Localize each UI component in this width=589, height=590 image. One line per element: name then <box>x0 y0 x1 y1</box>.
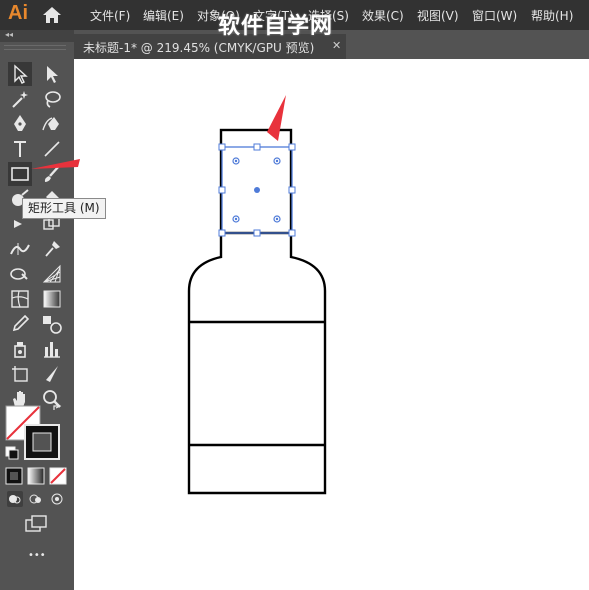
draw-normal-icon[interactable] <box>6 490 24 508</box>
selection-handle[interactable] <box>288 229 296 237</box>
screen-mode-icon[interactable] <box>24 514 48 534</box>
slice-tool-icon[interactable] <box>40 362 64 386</box>
bottle-body[interactable] <box>187 233 327 495</box>
mesh-tool-icon[interactable] <box>8 287 32 311</box>
selection-handle[interactable] <box>253 229 261 237</box>
app-logo: Ai <box>8 2 28 24</box>
draw-inside-icon[interactable] <box>48 490 66 508</box>
puppet-warp-tool-icon[interactable] <box>40 237 64 261</box>
width-tool-icon[interactable] <box>8 237 32 261</box>
shape-builder-tool-icon[interactable] <box>8 262 32 286</box>
toolbar-header: ◂◂ <box>0 30 74 42</box>
color-mode-icon[interactable] <box>5 467 23 485</box>
direct-selection-tool-icon[interactable] <box>40 62 64 86</box>
toolbar-grip[interactable] <box>4 45 66 50</box>
red-arrow-annotation <box>31 159 80 169</box>
menu-view[interactable]: 视图(V) <box>417 7 459 24</box>
menu-edit[interactable]: 编辑(E) <box>143 7 184 24</box>
eyedropper-tool-icon[interactable] <box>8 312 32 336</box>
menu-help[interactable]: 帮助(H) <box>531 7 573 24</box>
tools-panel: ◂◂ ••• <box>0 30 74 590</box>
gradient-mode-icon[interactable] <box>27 467 45 485</box>
selection-handle[interactable] <box>218 186 226 194</box>
selection-tool-icon[interactable] <box>8 62 32 86</box>
draw-behind-icon[interactable] <box>27 490 45 508</box>
type-tool-icon[interactable] <box>8 137 32 161</box>
pen-tool-icon[interactable] <box>8 112 32 136</box>
collapse-icon[interactable]: ◂◂ <box>5 30 13 39</box>
center-point <box>254 187 260 193</box>
curvature-tool-icon[interactable] <box>40 112 64 136</box>
fill-stroke-swatches[interactable] <box>4 402 68 466</box>
selection-handle[interactable] <box>288 143 296 151</box>
magic-wand-tool-icon[interactable] <box>8 87 32 111</box>
close-icon[interactable]: ✕ <box>332 39 341 52</box>
selection-handle[interactable] <box>218 229 226 237</box>
document-tab-title: 未标题-1* @ 219.45% (CMYK/GPU 预览) <box>83 41 315 55</box>
artboard-canvas[interactable] <box>74 59 589 590</box>
red-arrow-annotation <box>267 95 286 141</box>
home-icon[interactable] <box>42 6 62 24</box>
menu-window[interactable]: 窗口(W) <box>472 7 517 24</box>
rectangle-tool-icon[interactable] <box>8 162 32 186</box>
watermark: 软件自学网 <box>218 14 334 39</box>
selected-rectangle[interactable] <box>218 143 296 237</box>
selection-handle[interactable] <box>218 143 226 151</box>
perspective-grid-tool-icon[interactable] <box>40 262 64 286</box>
artboard-tool-icon[interactable] <box>8 362 32 386</box>
column-graph-tool-icon[interactable] <box>40 337 64 361</box>
tool-tooltip: 矩形工具 (M) <box>22 198 106 219</box>
blend-tool-icon[interactable] <box>40 312 64 336</box>
gradient-tool-icon[interactable] <box>40 287 64 311</box>
symbol-sprayer-tool-icon[interactable] <box>8 337 32 361</box>
bottle-artwork <box>187 95 327 495</box>
none-mode-icon[interactable] <box>49 467 67 485</box>
menu-file[interactable]: 文件(F) <box>90 7 130 24</box>
selection-handle[interactable] <box>288 186 296 194</box>
selection-handle[interactable] <box>253 143 261 151</box>
menu-effect[interactable]: 效果(C) <box>362 7 404 24</box>
lasso-tool-icon[interactable] <box>40 87 64 111</box>
more-tools-icon[interactable]: ••• <box>28 550 46 561</box>
